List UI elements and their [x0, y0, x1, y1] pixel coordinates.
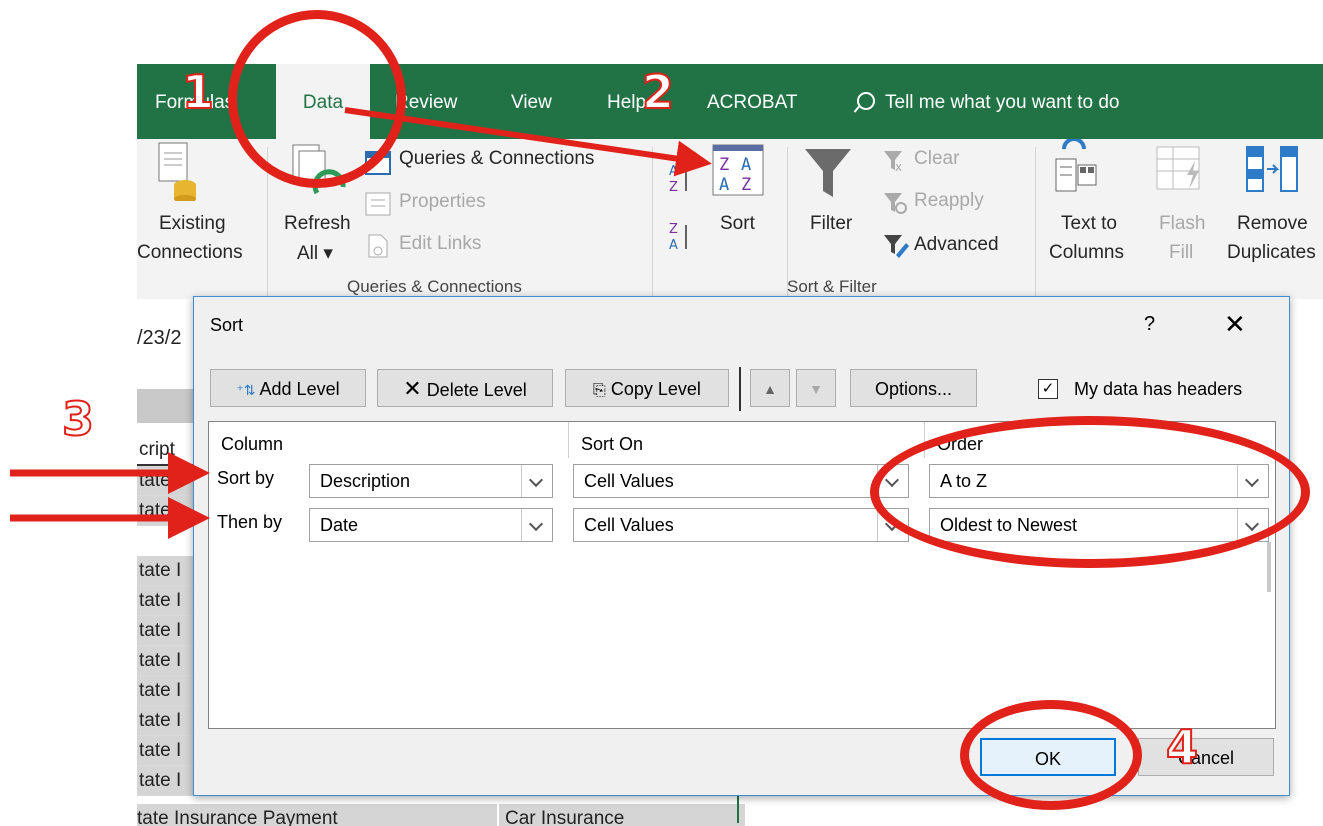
annotation-number-2: 2	[641, 64, 675, 120]
annotation-circle	[228, 10, 406, 188]
annotation-circle	[870, 416, 1310, 568]
annotation-number-4: 4	[1165, 719, 1199, 775]
annotation-number-3: 3	[61, 391, 95, 447]
annotation-overlay	[10, 107, 712, 539]
annotation-circle	[960, 700, 1142, 810]
annotation-number-1: 1	[181, 64, 215, 120]
